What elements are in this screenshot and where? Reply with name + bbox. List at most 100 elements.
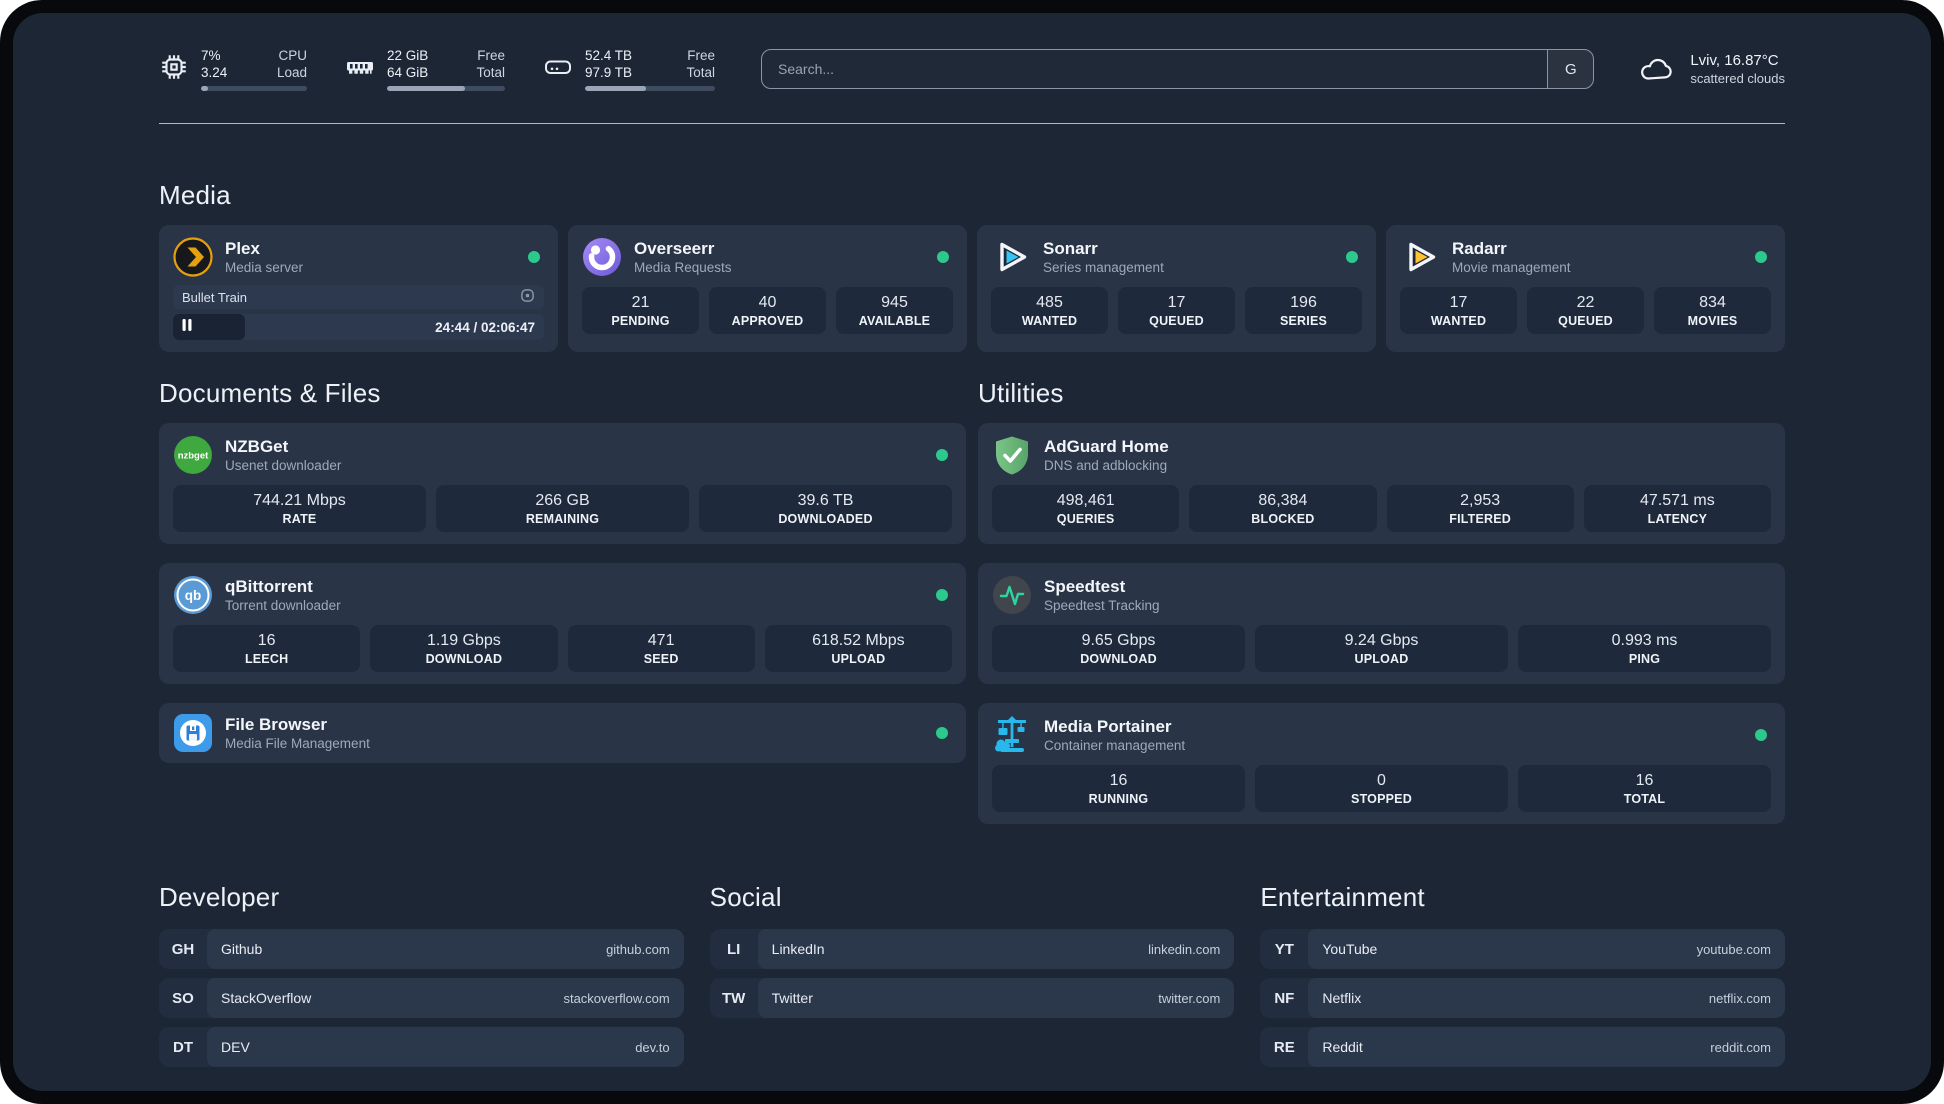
service-title: qBittorrent xyxy=(225,576,313,596)
bookmark-github[interactable]: GH Github github.com xyxy=(159,929,684,969)
service-subtitle: Speedtest Tracking xyxy=(1044,597,1160,613)
stat-running: 16 RUNNING xyxy=(992,765,1245,812)
stat-queued: 22 QUEUED xyxy=(1527,287,1644,334)
cpu-progress-fill xyxy=(201,86,209,91)
service-card-nzbget[interactable]: nzbget NZBGet Usenet downloader 744.21 M… xyxy=(159,423,966,544)
service-card-portainer[interactable]: Media Portainer Container management 16 R… xyxy=(978,703,1785,824)
service-card-radarr[interactable]: Radarr Movie management 17 WANTED 22 QUEUE… xyxy=(1386,225,1785,352)
stat-pending: 21 PENDING xyxy=(582,287,699,334)
service-subtitle: Torrent downloader xyxy=(225,597,341,613)
memory-progress-fill xyxy=(387,86,465,91)
media-view-icon[interactable] xyxy=(520,288,535,306)
bookmark-stackoverflow[interactable]: SO StackOverflow stackoverflow.com xyxy=(159,978,684,1018)
stat-remaining: 266 GB REMAINING xyxy=(436,485,689,532)
section-heading-entertainment: Entertainment xyxy=(1260,882,1425,912)
search-input[interactable] xyxy=(762,50,1548,88)
memory-icon xyxy=(345,52,375,82)
memory-widget: 22 GiB Free 64 GiB Total xyxy=(345,47,505,91)
memory-progress-track xyxy=(387,86,505,91)
bookmark-youtube[interactable]: YT YouTube youtube.com xyxy=(1260,929,1785,969)
stat-upload: 9.24 Gbps UPLOAD xyxy=(1255,625,1508,672)
service-subtitle: Media File Management xyxy=(225,735,370,751)
status-online-dot xyxy=(936,589,948,601)
weather-location: Lviv, 16.87°C xyxy=(1690,52,1779,69)
status-online-dot xyxy=(937,251,949,263)
bookmark-reddit[interactable]: RE Reddit reddit.com xyxy=(1260,1027,1785,1067)
service-card-plex[interactable]: Plex Media server Bullet Train 24:44 / 0… xyxy=(159,225,558,352)
media-cards: Plex Media server Bullet Train 24:44 / 0… xyxy=(159,225,1785,352)
service-subtitle: Media server xyxy=(225,259,304,275)
stat-leech: 16 LEECH xyxy=(173,625,361,672)
memory-total-label: Total xyxy=(476,65,505,80)
disk-free-value: 52.4 TB xyxy=(585,48,633,63)
section-heading-developer: Developer xyxy=(159,882,280,912)
service-card-adguard[interactable]: AdGuard Home DNS and adblocking 498,461 Q… xyxy=(978,423,1785,544)
stat-available: 945 AVAILABLE xyxy=(836,287,953,334)
service-card-qbittorrent[interactable]: qb qBittorrent Torrent downloader 16 LEEC… xyxy=(159,563,966,684)
stat-queries: 498,461 QUERIES xyxy=(992,485,1180,532)
service-subtitle: Series management xyxy=(1043,259,1164,275)
media-progress-fill xyxy=(173,314,246,340)
nzbget-icon: nzbget xyxy=(173,435,213,475)
section-utilities: Utilities AdGuard Home DNS and adblockin… xyxy=(978,378,1785,824)
speedtest-icon xyxy=(992,575,1032,615)
section-heading-media: Media xyxy=(159,180,231,210)
service-subtitle: Usenet downloader xyxy=(225,457,342,473)
filebrowser-icon xyxy=(173,713,213,753)
status-online-dot xyxy=(528,251,540,263)
stat-approved: 40 APPROVED xyxy=(709,287,826,334)
stat-movies: 834 MOVIES xyxy=(1654,287,1771,334)
service-card-speedtest[interactable]: Speedtest Speedtest Tracking 9.65 Gbps DO… xyxy=(978,563,1785,684)
service-title: Radarr xyxy=(1452,238,1507,258)
disk-total-label: Total xyxy=(686,65,715,80)
header-divider xyxy=(159,123,1785,124)
disk-icon xyxy=(543,52,573,82)
service-title: Plex xyxy=(225,238,260,258)
stat-blocked: 86,384 BLOCKED xyxy=(1189,485,1377,532)
service-title: File Browser xyxy=(225,714,328,734)
service-title: Sonarr xyxy=(1043,238,1098,258)
svg-text:qb: qb xyxy=(185,588,202,603)
adguard-icon xyxy=(992,435,1032,475)
search-bar: G xyxy=(761,49,1595,89)
cpu-progress-track xyxy=(201,86,307,91)
service-card-overseerr[interactable]: Overseerr Media Requests 21 PENDING 40 APP… xyxy=(568,225,967,352)
bookmark-netflix[interactable]: NF Netflix netflix.com xyxy=(1260,978,1785,1018)
radarr-icon xyxy=(1400,237,1440,277)
bookmark-linkedin[interactable]: LI LinkedIn linkedin.com xyxy=(709,929,1235,969)
stat-seed: 471 SEED xyxy=(567,625,755,672)
service-subtitle: Container management xyxy=(1044,737,1186,753)
plex-now-playing-widget: Bullet Train 24:44 / 02:06:47 xyxy=(173,285,544,340)
bookmark-group-entertainment: Entertainment YT YouTube youtube.com NF N… xyxy=(1260,882,1785,1067)
service-title: AdGuard Home xyxy=(1044,436,1169,456)
service-title: Media Portainer xyxy=(1044,716,1172,736)
stat-rate: 744.21 Mbps RATE xyxy=(173,485,426,532)
service-subtitle: Media Requests xyxy=(634,259,732,275)
status-online-dot xyxy=(1346,251,1358,263)
service-card-sonarr[interactable]: Sonarr Series management 485 WANTED 17 QUE… xyxy=(977,225,1376,352)
memory-free-value: 22 GiB xyxy=(387,48,429,63)
stat-wanted: 485 WANTED xyxy=(991,287,1108,334)
disk-progress-fill xyxy=(585,86,647,91)
cpu-load-label: Load xyxy=(276,65,307,80)
now-playing-title: Bullet Train xyxy=(182,289,248,305)
service-card-filebrowser[interactable]: File Browser Media File Management xyxy=(159,703,966,763)
status-online-dot xyxy=(1755,729,1767,741)
resource-widgets: 7% CPU 3.24 Load 22 GiB Free 64 GiB Tota… xyxy=(159,47,715,91)
cpu-usage-label: CPU xyxy=(278,48,307,63)
dashboard-panel: 7% CPU 3.24 Load 22 GiB Free 64 GiB Tota… xyxy=(13,13,1931,1091)
cpu-load-value: 3.24 xyxy=(201,65,228,80)
stat-series: 196 SERIES xyxy=(1245,287,1362,334)
pause-icon xyxy=(182,318,192,336)
section-heading-utilities: Utilities xyxy=(978,378,1064,408)
bookmark-dev[interactable]: DT DEV dev.to xyxy=(159,1027,684,1067)
search-provider-button[interactable]: G xyxy=(1547,50,1594,88)
bookmark-twitter[interactable]: TW Twitter twitter.com xyxy=(709,978,1235,1018)
disk-free-label: Free xyxy=(687,48,715,63)
cpu-widget: 7% CPU 3.24 Load xyxy=(159,47,307,91)
sonarr-icon xyxy=(991,237,1031,277)
plex-icon xyxy=(173,237,213,277)
stat-download: 9.65 Gbps DOWNLOAD xyxy=(992,625,1245,672)
status-online-dot xyxy=(1755,251,1767,263)
stat-latency: 47.571 ms LATENCY xyxy=(1583,485,1771,532)
